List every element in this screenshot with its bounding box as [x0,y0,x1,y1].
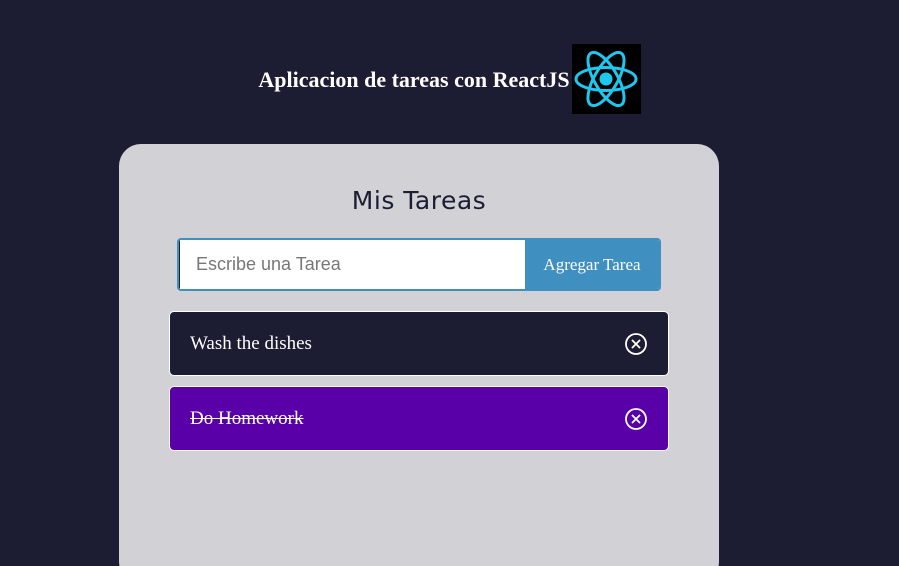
app-page: Aplicacion de tareas con ReactJS Mis Tar… [0,0,899,566]
app-header: Aplicacion de tareas con ReactJS [0,44,899,114]
card-title: Mis Tareas [351,186,487,215]
react-logo-icon [571,44,641,114]
app-title: Aplicacion de tareas con ReactJS [258,67,570,92]
task-input[interactable] [179,240,525,289]
close-circle-icon[interactable] [624,332,648,356]
close-circle-icon[interactable] [624,407,648,431]
task-form: Agregar Tarea [177,238,661,291]
tasks-card: Mis Tareas Agregar Tarea Wash the dishes… [119,144,719,566]
task-text[interactable]: Do Homework [190,408,303,430]
task-text[interactable]: Wash the dishes [190,333,312,355]
task-item-completed[interactable]: Do Homework [169,386,669,451]
task-item[interactable]: Wash the dishes [169,311,669,376]
add-task-button[interactable]: Agregar Tarea [525,240,659,289]
